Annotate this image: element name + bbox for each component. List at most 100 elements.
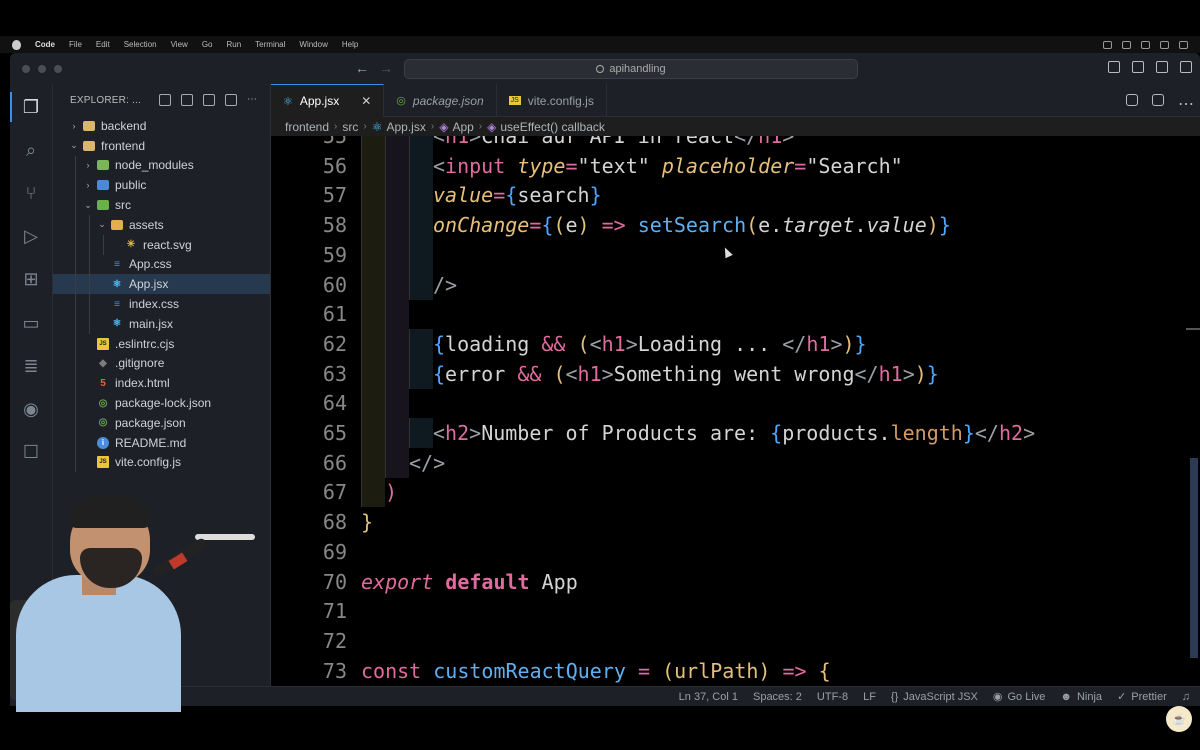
- menu-file[interactable]: File: [69, 40, 82, 49]
- status-eol[interactable]: LF: [863, 691, 876, 703]
- status-cursor-position[interactable]: Ln 37, Col 1: [679, 691, 738, 703]
- editor-scrollbar[interactable]: [1186, 136, 1200, 686]
- breadcrumb-item[interactable]: useEffect() callback: [500, 120, 605, 134]
- command-center-search[interactable]: apihandling: [404, 59, 858, 79]
- status-encoding[interactable]: UTF-8: [817, 691, 848, 703]
- breadcrumb-item[interactable]: frontend: [285, 120, 329, 134]
- search-icon[interactable]: ⌕: [20, 139, 42, 161]
- tree-item[interactable]: ◎ package-lock.json: [53, 393, 270, 413]
- tree-item-label: public: [115, 178, 147, 193]
- back-arrow-icon[interactable]: ←: [355, 60, 369, 76]
- menu-selection[interactable]: Selection: [124, 40, 157, 49]
- tab-label: App.jsx: [299, 94, 340, 108]
- tree-item[interactable]: ≡ App.css: [53, 254, 270, 275]
- source-control-icon[interactable]: ⑂: [20, 182, 42, 204]
- status-language[interactable]: {} JavaScript JSX: [891, 691, 978, 703]
- tree-item[interactable]: ⚛ App.jsx: [53, 274, 270, 295]
- control-center-icon[interactable]: [1179, 40, 1188, 49]
- menu-go[interactable]: Go: [202, 40, 213, 49]
- notifications-bell-icon[interactable]: ♫: [1182, 691, 1190, 703]
- tab-package-json[interactable]: ◎ package.json: [384, 84, 497, 117]
- tree-item[interactable]: › backend: [53, 116, 270, 136]
- code-token: =>: [782, 658, 807, 683]
- menu-window[interactable]: Window: [299, 40, 327, 49]
- apple-icon[interactable]: [12, 39, 21, 50]
- zoom-window-button[interactable]: [54, 64, 62, 73]
- forward-arrow-icon[interactable]: →: [379, 60, 393, 76]
- indent-guide: [89, 274, 90, 295]
- status-prettier[interactable]: ✓ Prettier: [1117, 690, 1167, 704]
- toggle-secondary-sidebar-icon[interactable]: [1156, 61, 1168, 73]
- scrollbar-thumb[interactable]: [1190, 458, 1198, 658]
- menu-help[interactable]: Help: [342, 40, 358, 49]
- tree-item[interactable]: ⚛ main.jsx: [53, 313, 270, 334]
- breadcrumb-item[interactable]: App.jsx: [387, 120, 426, 134]
- breadcrumb-item[interactable]: App: [452, 120, 473, 134]
- code-token: {: [433, 331, 446, 356]
- menu-terminal[interactable]: Terminal: [255, 40, 285, 49]
- tree-item[interactable]: JS .eslintrc.cjs: [53, 333, 270, 354]
- tree-item[interactable]: ⌄ frontend: [53, 136, 270, 156]
- tree-item[interactable]: ≡ index.css: [53, 294, 270, 314]
- presenter-shirt: [16, 575, 181, 712]
- tray-icon[interactable]: [1122, 40, 1131, 49]
- tree-item[interactable]: 5 index.html: [53, 373, 270, 394]
- ninja-icon: ☻: [1060, 690, 1072, 703]
- new-file-icon[interactable]: [158, 94, 171, 106]
- tree-item[interactable]: ✳ react.svg: [53, 234, 270, 255]
- code-token: (: [662, 658, 675, 683]
- folder-icon: [83, 120, 95, 131]
- tab-vite-config[interactable]: JS vite.config.js: [497, 84, 607, 117]
- toggle-sidebar-icon[interactable]: [1108, 61, 1120, 73]
- status-indentation[interactable]: Spaces: 2: [753, 691, 802, 703]
- more-actions-icon[interactable]: ⋯: [247, 94, 259, 106]
- tab-app-jsx[interactable]: ⚛ App.jsx ✕: [271, 84, 385, 117]
- code-editor[interactable]: 55 <h1>Chai aur API in react</h1> 56 <input…: [271, 136, 1200, 686]
- refresh-icon[interactable]: [202, 94, 215, 106]
- folder-icon: [83, 140, 95, 151]
- status-go-live[interactable]: ◉ Go Live: [993, 690, 1046, 704]
- tree-item[interactable]: › node_modules: [53, 155, 270, 176]
- docker-icon[interactable]: ≣: [20, 355, 42, 377]
- close-icon[interactable]: ✕: [361, 94, 371, 108]
- wifi-icon[interactable]: [1160, 40, 1169, 49]
- run-debug-icon[interactable]: ▷: [20, 225, 42, 247]
- code-token: "text": [577, 153, 650, 178]
- collapse-all-icon[interactable]: [224, 94, 237, 106]
- copilot-icon[interactable]: [1126, 94, 1138, 106]
- tray-icon[interactable]: [1103, 40, 1112, 49]
- tree-item[interactable]: ⌄ src: [53, 195, 270, 215]
- toggle-panel-icon[interactable]: [1132, 61, 1144, 73]
- tree-item[interactable]: ⌄ assets: [53, 214, 270, 235]
- menu-view[interactable]: View: [171, 40, 188, 49]
- breadcrumb-item[interactable]: src: [342, 120, 358, 134]
- explorer-icon[interactable]: ❐: [20, 96, 42, 118]
- comments-icon[interactable]: ☐: [20, 441, 42, 463]
- close-window-button[interactable]: [22, 64, 30, 73]
- indent-guide: [75, 353, 76, 374]
- tree-item[interactable]: ◎ package.json: [53, 412, 270, 433]
- menu-edit[interactable]: Edit: [96, 40, 110, 49]
- menu-app[interactable]: Code: [35, 40, 55, 49]
- tree-item[interactable]: ◆ .gitignore: [53, 353, 270, 374]
- menu-run[interactable]: Run: [226, 40, 241, 49]
- tree-item[interactable]: JS vite.config.js: [53, 452, 270, 473]
- remote-explorer-icon[interactable]: ▭: [20, 312, 42, 334]
- tree-item-label: index.html: [115, 376, 170, 391]
- extensions-icon[interactable]: ⊞: [20, 268, 42, 290]
- tray-icon[interactable]: [1141, 40, 1150, 49]
- indent-guide: [361, 447, 385, 478]
- customize-layout-icon[interactable]: [1180, 61, 1192, 73]
- status-ninja[interactable]: ☻ Ninja: [1060, 691, 1102, 703]
- tree-item[interactable]: › public: [53, 175, 270, 196]
- thunder-client-icon[interactable]: ◉: [20, 398, 42, 420]
- code-text: }: [361, 507, 373, 537]
- tree-item[interactable]: i README.md: [53, 432, 270, 453]
- more-actions-icon[interactable]: ⋯: [1178, 94, 1194, 113]
- code-token: <: [565, 361, 578, 386]
- new-folder-icon[interactable]: [180, 94, 193, 106]
- split-editor-icon[interactable]: [1152, 94, 1164, 106]
- minimize-window-button[interactable]: [38, 64, 46, 73]
